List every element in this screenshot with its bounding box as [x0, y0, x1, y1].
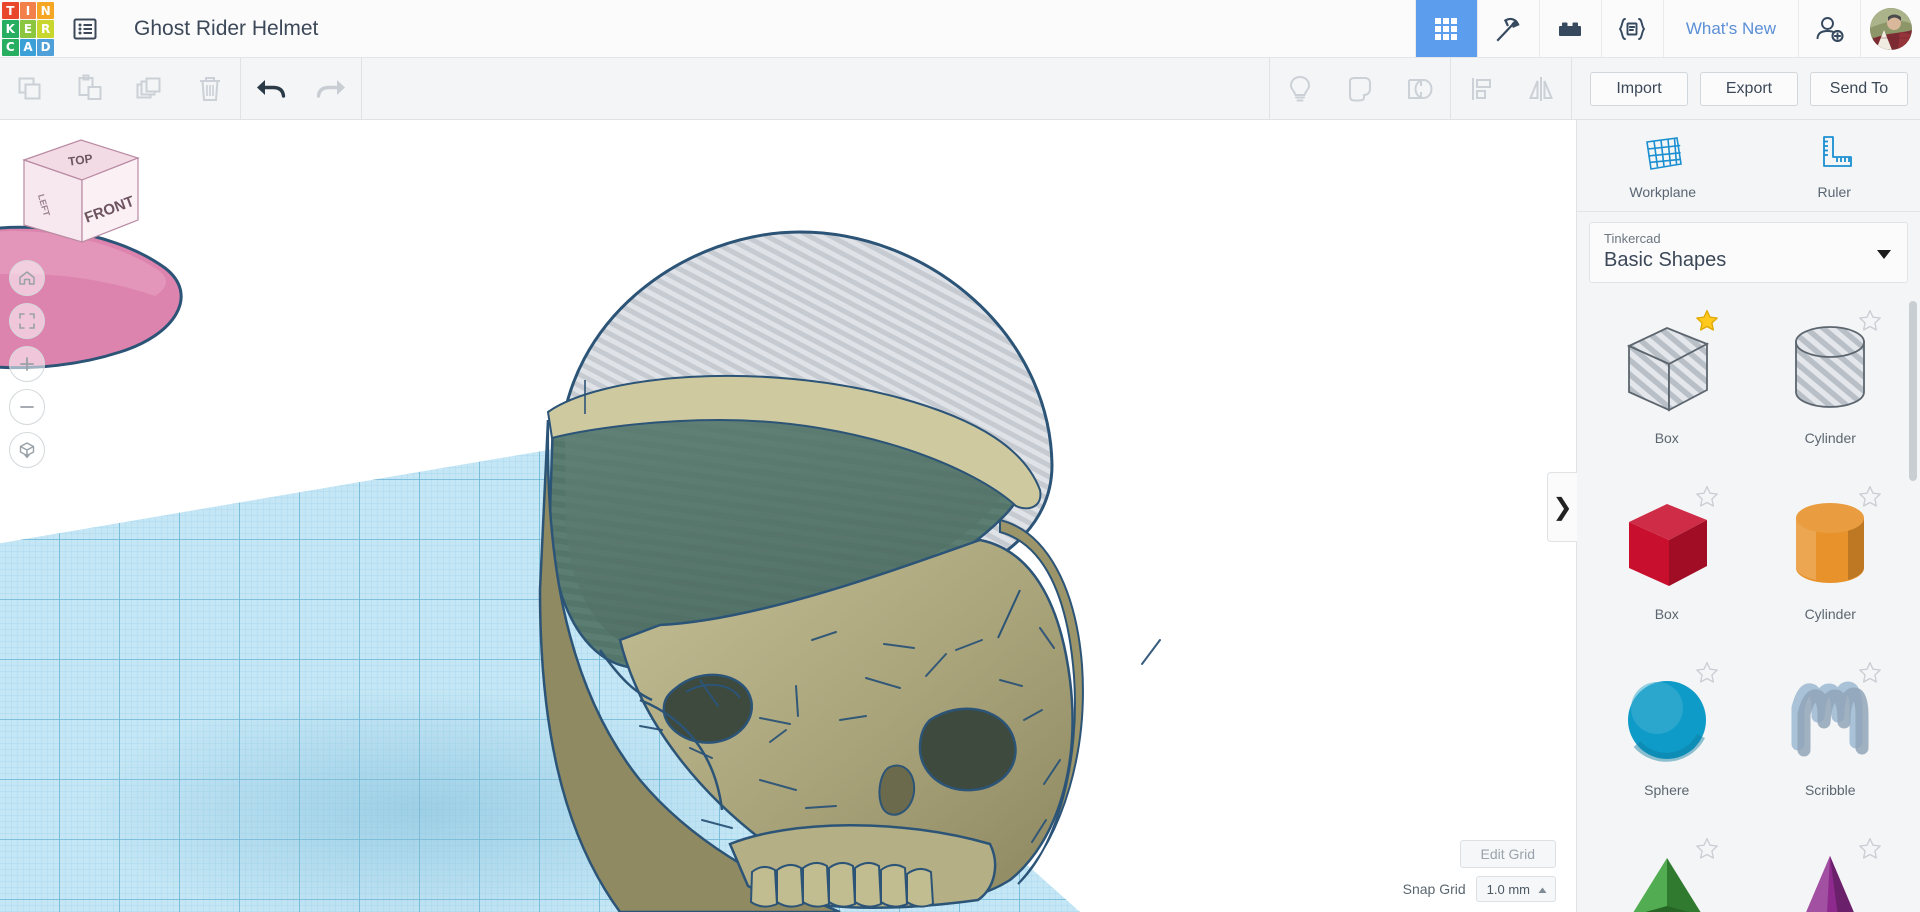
shape-scribble[interactable]: Scribble: [1749, 643, 1913, 815]
delete-button[interactable]: [180, 58, 240, 120]
workplane-tool-label: Workplane: [1629, 183, 1697, 200]
logo-tile-e: E: [19, 20, 37, 38]
zoom-in-button[interactable]: [9, 346, 45, 382]
export-button[interactable]: Export: [1700, 71, 1798, 106]
shape-library-dropdown-wrap: Tinkercad Basic Shapes: [1577, 212, 1920, 291]
snap-grid-value: 1.0 mm: [1486, 881, 1530, 897]
star-outline-icon[interactable]: [1695, 485, 1719, 513]
snap-grid-label: Snap Grid: [1402, 881, 1466, 897]
logo-tile-a: A: [19, 38, 37, 56]
ruler-icon: [1812, 132, 1856, 179]
logo-tile-i: I: [19, 2, 37, 20]
codeblocks-icon[interactable]: [1600, 0, 1663, 57]
paste-button[interactable]: [60, 58, 120, 120]
workplane-tool[interactable]: Workplane: [1577, 120, 1749, 212]
viewport-navigation-controls: [9, 260, 45, 475]
star-outline-icon[interactable]: [1695, 837, 1719, 865]
copy-button[interactable]: [0, 58, 60, 120]
duplicate-button[interactable]: [120, 58, 180, 120]
shape-box-hole[interactable]: Box: [1585, 291, 1749, 463]
star-filled-icon[interactable]: [1695, 309, 1719, 337]
snap-grid-row: Snap Grid 1.0 mm: [1403, 876, 1556, 902]
shape-list-scroll-area[interactable]: Box Cylinder Box Cylinder Sphere Scribble Roof…: [1577, 291, 1920, 912]
mirror-button[interactable]: [1511, 58, 1571, 120]
star-outline-icon[interactable]: [1858, 837, 1882, 865]
tinkercad-app: TINKERCAD Ghost Rider Helmet What's New …: [0, 0, 1920, 912]
light-bulb-button[interactable]: [1270, 58, 1330, 120]
undo-button[interactable]: [241, 58, 301, 120]
shape-label: Sphere: [1644, 782, 1690, 798]
3d-viewport[interactable]: TOP FRONT LEFT Edit Grid Snap Grid 1.0 m…: [0, 120, 1576, 912]
group-button[interactable]: [1330, 58, 1390, 120]
logo-tile-k: K: [2, 20, 19, 38]
library-owner-label: Tinkercad: [1604, 231, 1661, 246]
chevron-right-icon[interactable]: ❯: [1547, 472, 1577, 542]
zoom-out-button[interactable]: [9, 389, 45, 425]
chevron-down-icon: [1877, 249, 1891, 259]
logo-tile-n: N: [37, 2, 54, 20]
skull-model: [538, 230, 1161, 912]
ungroup-button[interactable]: [1390, 58, 1450, 120]
toolbar-divider: [361, 57, 362, 120]
shape-cone-purple[interactable]: Cone: [1749, 819, 1913, 912]
view-cube[interactable]: TOP FRONT LEFT: [0, 120, 188, 260]
fit-to-view-button[interactable]: [9, 303, 45, 339]
tinkercad-logo[interactable]: TINKERCAD: [0, 0, 58, 58]
logo-tile-c: C: [2, 38, 19, 56]
edit-toolbar: Import Export Send To: [0, 57, 1920, 120]
star-outline-icon[interactable]: [1695, 661, 1719, 689]
grid-controls: Edit Grid Snap Grid 1.0 mm: [1403, 840, 1556, 902]
shape-box-red[interactable]: Box: [1585, 467, 1749, 639]
star-outline-icon[interactable]: [1858, 485, 1882, 513]
edit-grid-button[interactable]: Edit Grid: [1459, 840, 1556, 868]
shape-label: Scribble: [1804, 782, 1856, 798]
shape-grid: Box Cylinder Box Cylinder Sphere Scribble Roof…: [1585, 291, 1912, 912]
user-avatar[interactable]: [1860, 0, 1920, 57]
import-button[interactable]: Import: [1590, 71, 1688, 106]
pickaxe-minecraft-icon[interactable]: [1476, 0, 1539, 57]
ruler-tool-label: Ruler: [1817, 183, 1851, 200]
ruler-tool[interactable]: Ruler: [1749, 120, 1920, 212]
design-title[interactable]: Ghost Rider Helmet: [112, 0, 318, 57]
align-button[interactable]: [1451, 58, 1511, 120]
logo-tile-t: T: [2, 2, 19, 20]
shape-label: Cylinder: [1804, 606, 1856, 622]
workplane-icon: [1641, 132, 1685, 179]
history-button-group: [241, 58, 361, 120]
shape-label: Box: [1654, 606, 1679, 622]
shapes-panel: ❯ Workplane Ruler Tinkercad Basic Shapes…: [1547, 120, 1920, 912]
add-person-icon[interactable]: [1798, 0, 1860, 57]
logo-tile-r: R: [37, 20, 54, 38]
clipboard-button-group: [0, 58, 240, 120]
top-icon-group: [1414, 0, 1663, 57]
snap-grid-select[interactable]: 1.0 mm: [1475, 876, 1556, 902]
shape-cylinder-hole[interactable]: Cylinder: [1749, 291, 1913, 463]
panel-tool-row: Workplane Ruler: [1577, 120, 1920, 212]
caret-up-icon: [1538, 882, 1547, 897]
shape-action-group: [1270, 57, 1571, 120]
star-outline-icon[interactable]: [1858, 661, 1882, 689]
shape-label: Cylinder: [1804, 430, 1856, 446]
perspective-toggle-button[interactable]: [9, 432, 45, 468]
redo-button[interactable]: [301, 58, 361, 120]
designs-menu-icon[interactable]: [58, 0, 112, 57]
home-view-button[interactable]: [9, 260, 45, 296]
shape-cylinder-orange[interactable]: Cylinder: [1749, 467, 1913, 639]
star-outline-icon[interactable]: [1858, 309, 1882, 337]
lego-brick-icon[interactable]: [1538, 0, 1601, 57]
logo-tile-d: D: [37, 38, 54, 56]
avatar-image: [1869, 7, 1912, 50]
shape-label: Box: [1654, 430, 1679, 446]
shape-library-dropdown[interactable]: Tinkercad Basic Shapes: [1589, 222, 1908, 283]
shape-sphere[interactable]: Sphere: [1585, 643, 1749, 815]
whats-new-link[interactable]: What's New: [1662, 0, 1798, 57]
file-action-group: Import Export Send To: [1572, 71, 1920, 106]
send-to-button[interactable]: Send To: [1810, 71, 1908, 106]
top-navigation-bar: TINKERCAD Ghost Rider Helmet What's New: [0, 0, 1920, 58]
shape-roof-green[interactable]: Roof: [1585, 819, 1749, 912]
grid-apps-icon[interactable]: [1414, 0, 1477, 57]
library-name-label: Basic Shapes: [1604, 249, 1727, 271]
